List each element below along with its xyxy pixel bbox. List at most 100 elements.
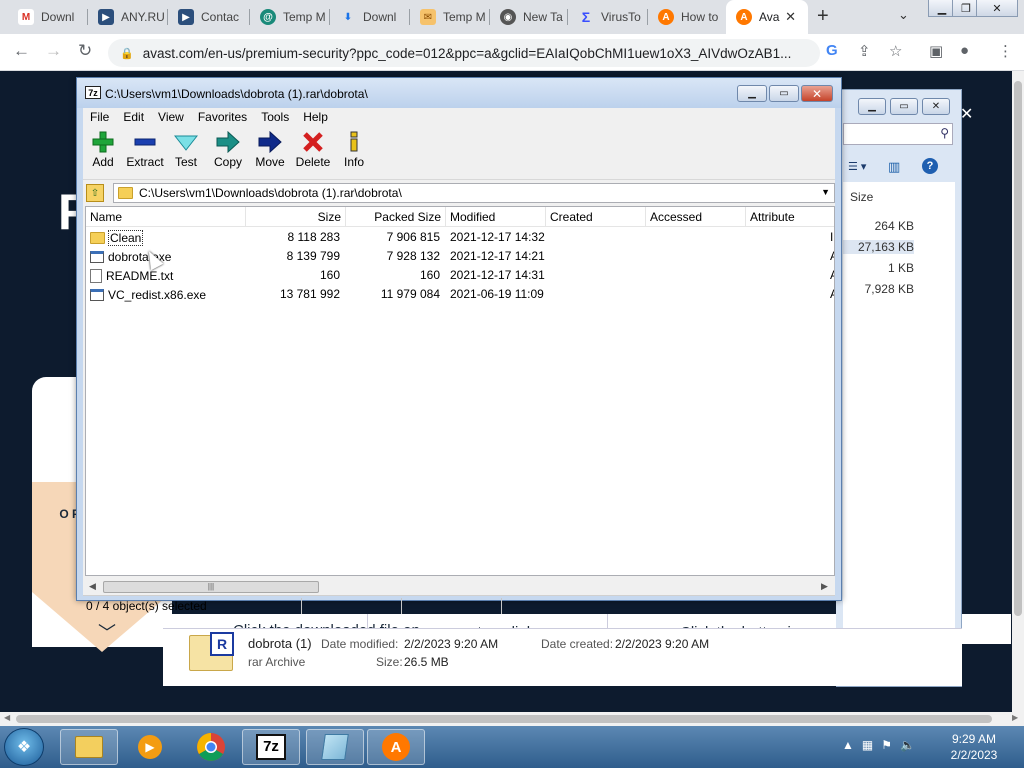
- new-tab-button[interactable]: +: [817, 5, 829, 28]
- volume-icon[interactable]: 🔈: [900, 738, 915, 752]
- scrollbar-thumb[interactable]: [1014, 81, 1022, 616]
- scrollbar-thumb[interactable]: |||: [103, 581, 319, 593]
- start-button[interactable]: ❖: [4, 728, 44, 766]
- minimize-button[interactable]: ▁: [858, 98, 886, 115]
- file-row[interactable]: VC_redist.x86.exe 13 781 992 11 979 084 …: [86, 285, 834, 304]
- back-button[interactable]: ←: [13, 41, 30, 61]
- dropdown-arrow-icon[interactable]: ▼: [821, 187, 830, 197]
- browser-tab[interactable]: ◉ New Ta: [490, 0, 568, 34]
- delete-button[interactable]: Delete: [291, 129, 335, 177]
- avast-icon: A: [658, 9, 674, 25]
- copy-button[interactable]: Copy: [206, 129, 250, 177]
- close-icon[interactable]: ✕: [785, 9, 796, 25]
- close-button[interactable]: ✕: [922, 98, 950, 115]
- gmail-icon: M: [18, 9, 34, 25]
- extract-button[interactable]: Extract: [123, 129, 167, 177]
- search-icon: ⚲: [940, 126, 949, 140]
- menu-tools[interactable]: Tools: [254, 108, 296, 126]
- explorer-icon: [75, 736, 103, 758]
- menu-help[interactable]: Help: [296, 108, 335, 126]
- taskbar-7zip[interactable]: 7z: [242, 729, 300, 765]
- bookmark-star-icon[interactable]: ☆: [889, 42, 902, 60]
- share-icon[interactable]: ⇪: [858, 42, 871, 60]
- scroll-left-icon[interactable]: ◀: [89, 581, 96, 592]
- taskbar-notepad[interactable]: [306, 729, 364, 765]
- taskbar-media-player[interactable]: ▶: [121, 729, 179, 765]
- folder-up-icon[interactable]: ⇧: [86, 184, 104, 202]
- browser-tab[interactable]: @ Temp M: [250, 0, 330, 34]
- column-attributes[interactable]: Attribute: [746, 207, 834, 227]
- add-button[interactable]: Add: [81, 129, 125, 177]
- horizontal-scrollbar[interactable]: ◀ ||| ▶: [85, 579, 835, 595]
- network-icon[interactable]: ▦: [862, 738, 873, 752]
- tab-label: Downl: [41, 10, 75, 24]
- page-vertical-scrollbar[interactable]: [1012, 71, 1024, 712]
- chevron-down-icon[interactable]: ⌄: [898, 7, 909, 23]
- column-created[interactable]: Created: [546, 207, 646, 227]
- file-row[interactable]: dobrota.exe 8 139 799 7 928 132 2021-12-…: [86, 247, 834, 266]
- info-button[interactable]: Info: [332, 129, 376, 177]
- view-options-icon[interactable]: ☰ ▾: [848, 160, 866, 173]
- browser-tab[interactable]: ⬇ Downl: [330, 0, 410, 34]
- profile-icon[interactable]: ●: [960, 42, 969, 59]
- close-button[interactable]: ✕: [976, 0, 1018, 17]
- anyrun-icon: ▶: [178, 9, 194, 25]
- file-row[interactable]: Clean 8 118 283 7 906 815 2021-12-17 14:…: [86, 228, 834, 247]
- browser-tab[interactable]: ▶ ANY.RU: [88, 0, 168, 34]
- close-icon[interactable]: ✕: [960, 104, 973, 124]
- menu-icon[interactable]: ⋮: [998, 42, 1013, 60]
- taskbar-avast[interactable]: A: [367, 729, 425, 765]
- test-button[interactable]: Test: [164, 129, 208, 177]
- windows-logo-icon: ❖: [16, 739, 32, 756]
- file-row[interactable]: README.txt 160 160 2021-12-17 14:31 A: [86, 266, 834, 285]
- path-combobox[interactable]: C:\Users\vm1\Downloads\dobrota (1).rar\d…: [113, 183, 835, 203]
- browser-tab[interactable]: ✉ Temp M: [410, 0, 490, 34]
- maximize-button[interactable]: ▭: [769, 85, 799, 102]
- details-size-value: 26.5 MB: [404, 655, 449, 669]
- system-clock[interactable]: 9:29 AM 2/2/2023: [944, 731, 1004, 763]
- help-icon[interactable]: ?: [922, 158, 938, 174]
- chevron-down-icon[interactable]: ﹀: [98, 619, 116, 645]
- reload-button[interactable]: ↻: [78, 41, 92, 61]
- address-bar[interactable]: 🔒 avast.com/en-us/premium-security?ppc_c…: [108, 39, 820, 67]
- menu-favorites[interactable]: Favorites: [191, 108, 254, 126]
- virustotal-icon: Σ: [581, 9, 591, 25]
- column-accessed[interactable]: Accessed: [646, 207, 746, 227]
- move-button[interactable]: Move: [248, 129, 292, 177]
- browser-tab[interactable]: M Downl: [8, 0, 88, 34]
- maximize-button[interactable]: ▭: [890, 98, 918, 115]
- scrollbar-thumb[interactable]: [16, 715, 992, 723]
- explorer-search-input[interactable]: ⚲: [843, 123, 953, 145]
- show-hidden-icons-icon[interactable]: ▲: [842, 738, 854, 752]
- preview-pane-icon[interactable]: ▥: [888, 159, 900, 175]
- action-center-flag-icon[interactable]: ⚑: [881, 738, 892, 752]
- scroll-left-icon[interactable]: ◀: [4, 713, 10, 722]
- browser-tab[interactable]: A How to: [648, 0, 726, 34]
- column-name[interactable]: Name: [86, 207, 246, 227]
- scroll-right-icon[interactable]: ▶: [1012, 713, 1018, 722]
- scroll-right-icon[interactable]: ▶: [821, 581, 828, 592]
- menu-file[interactable]: File: [83, 108, 116, 126]
- taskbar-chrome[interactable]: [182, 729, 240, 765]
- browser-tab[interactable]: Σ VirusTo: [568, 0, 648, 34]
- forward-button[interactable]: →: [45, 41, 62, 61]
- explorer-size-header[interactable]: Size: [850, 190, 873, 204]
- side-panel-icon[interactable]: ▣: [929, 42, 943, 60]
- browser-tab-active[interactable]: A Ava ✕: [726, 0, 808, 34]
- taskbar-explorer[interactable]: [60, 729, 118, 765]
- close-button[interactable]: ✕: [801, 85, 833, 102]
- column-modified[interactable]: Modified: [446, 207, 546, 227]
- google-lens-icon[interactable]: G: [826, 42, 838, 59]
- file-packed-size: 160: [419, 268, 440, 282]
- tab-label: Temp M: [443, 10, 486, 24]
- column-size[interactable]: Size: [246, 207, 346, 227]
- minimize-button[interactable]: ▁: [737, 85, 767, 102]
- page-horizontal-scrollbar[interactable]: ◀ ▶: [0, 712, 1024, 726]
- browser-tab[interactable]: ▶ Contac: [168, 0, 250, 34]
- 7zip-title-bar[interactable]: 7z C:\Users\vm1\Downloads\dobrota (1).ra…: [77, 78, 841, 108]
- column-packed-size[interactable]: Packed Size: [346, 207, 446, 227]
- anyrun-icon: ▶: [98, 9, 114, 25]
- menu-edit[interactable]: Edit: [116, 108, 151, 126]
- 7zip-app-icon: 7z: [85, 86, 101, 99]
- menu-view[interactable]: View: [151, 108, 191, 126]
